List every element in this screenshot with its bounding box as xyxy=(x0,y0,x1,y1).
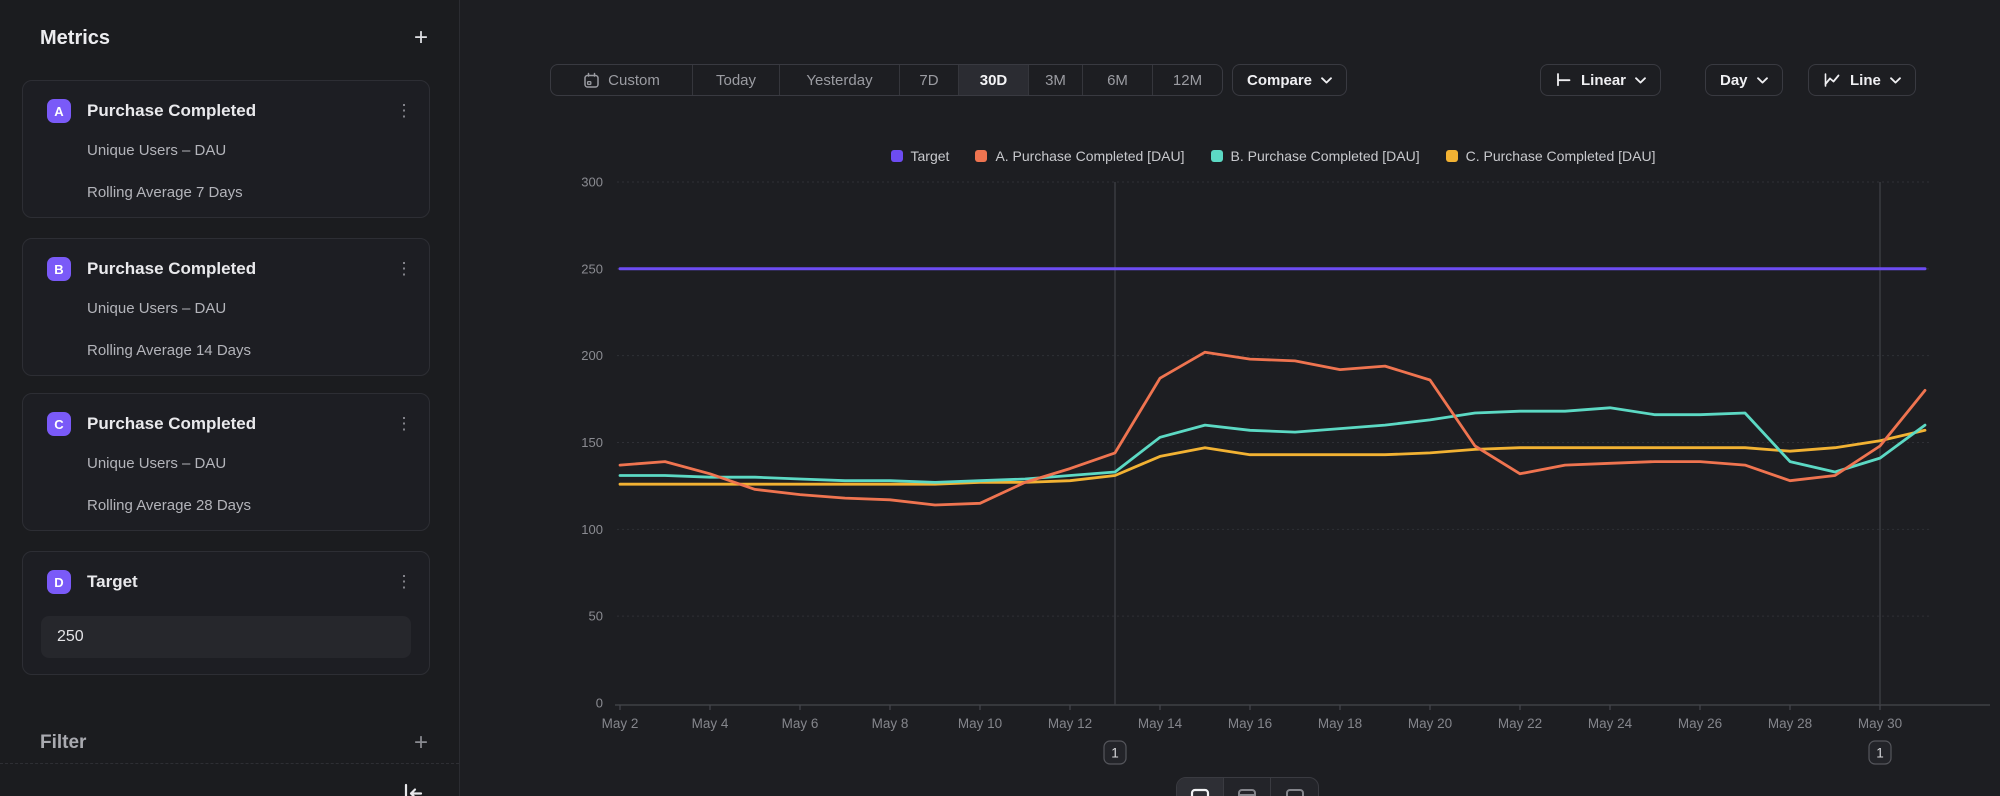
table-view-button[interactable] xyxy=(1224,778,1271,796)
metric-title: Purchase Completed xyxy=(87,414,393,434)
y-axis-tick-label: 150 xyxy=(581,435,603,450)
range-30d-selected[interactable]: 30D xyxy=(959,65,1029,95)
range-label: Yesterday xyxy=(806,72,872,89)
x-axis-tick-label: May 2 xyxy=(602,716,639,731)
x-axis-tick-label: May 18 xyxy=(1318,716,1362,731)
metric-badge: C xyxy=(47,412,71,436)
y-axis-tick-label: 0 xyxy=(596,696,603,711)
kebab-menu-icon[interactable]: ⋮ xyxy=(393,101,415,121)
range-12m[interactable]: 12M xyxy=(1153,65,1222,95)
x-axis-tick-label: May 4 xyxy=(692,716,729,731)
x-axis-tick-label: May 26 xyxy=(1678,716,1722,731)
date-range-selector: Custom Today Yesterday 7D 30D 3M 6M 12M xyxy=(550,64,1223,96)
sidebar-divider xyxy=(0,763,459,764)
interval-selector-button[interactable]: Day xyxy=(1705,64,1783,96)
interval-label: Day xyxy=(1720,72,1748,89)
chevron-down-icon xyxy=(1321,77,1332,84)
compare-label: Compare xyxy=(1247,72,1312,89)
kebab-menu-icon[interactable]: ⋮ xyxy=(393,259,415,279)
metric-badge: B xyxy=(47,257,71,281)
range-today[interactable]: Today xyxy=(693,65,780,95)
target-title: Target xyxy=(87,572,393,592)
range-custom[interactable]: Custom xyxy=(551,65,693,95)
collapse-sidebar-icon[interactable] xyxy=(400,782,426,796)
range-label: 12M xyxy=(1173,72,1202,89)
chevron-down-icon xyxy=(1757,77,1768,84)
chart-type-label: Line xyxy=(1850,72,1881,89)
line-chart[interactable]: 0 50 100 150 200 250 300 May 2 May 4 May 6 May 8 Ma… xyxy=(460,100,2000,796)
details-view-button[interactable] xyxy=(1271,778,1318,796)
metric-title: Purchase Completed xyxy=(87,259,393,279)
sidebar-title: Metrics xyxy=(40,27,110,50)
metric-measure: Unique Users – DAU xyxy=(87,142,409,159)
y-axis-tick-label: 300 xyxy=(581,175,603,190)
scale-label: Linear xyxy=(1581,72,1626,89)
chevron-down-icon xyxy=(1890,77,1901,84)
x-axis-tick-label: May 24 xyxy=(1588,716,1633,731)
metric-title: Purchase Completed xyxy=(87,101,393,121)
metric-rolling-average: Rolling Average 14 Days xyxy=(87,342,409,359)
chart-view-button[interactable] xyxy=(1177,778,1224,796)
target-card[interactable]: D Target ⋮ 250 xyxy=(22,551,430,675)
metrics-sidebar: Metrics + A Purchase Completed ⋮ Unique … xyxy=(0,0,460,796)
range-3m[interactable]: 3M xyxy=(1029,65,1083,95)
x-axis-tick-label: May 6 xyxy=(782,716,819,731)
chevron-down-icon xyxy=(1635,77,1646,84)
add-metric-button[interactable]: + xyxy=(407,24,435,52)
series-line-a-purchase-completed-dau- xyxy=(620,352,1925,505)
metric-badge: D xyxy=(47,570,71,594)
range-6m[interactable]: 6M xyxy=(1083,65,1153,95)
result-view-toggle xyxy=(1176,777,1319,796)
calendar-icon xyxy=(583,72,600,89)
x-axis-tick-label: May 16 xyxy=(1228,716,1272,731)
metric-badge: A xyxy=(47,99,71,123)
range-label: 7D xyxy=(919,72,938,89)
metric-card-b[interactable]: B Purchase Completed ⋮ Unique Users – DA… xyxy=(22,238,430,376)
range-7d[interactable]: 7D xyxy=(900,65,959,95)
x-axis-tick-label: May 8 xyxy=(872,716,909,731)
annotation-badge-label: 1 xyxy=(1111,746,1119,761)
scale-selector-button[interactable]: Linear xyxy=(1540,64,1661,96)
chart-type-button[interactable]: Line xyxy=(1808,64,1916,96)
x-axis-tick-label: May 22 xyxy=(1498,716,1542,731)
y-axis-tick-label: 100 xyxy=(581,522,603,537)
series-line-b-purchase-completed-dau- xyxy=(620,408,1925,483)
y-axis-tick-label: 50 xyxy=(589,609,603,624)
range-yesterday[interactable]: Yesterday xyxy=(780,65,900,95)
metric-rolling-average: Rolling Average 28 Days xyxy=(87,497,409,514)
x-axis-tick-label: May 10 xyxy=(958,716,1002,731)
kebab-menu-icon[interactable]: ⋮ xyxy=(393,414,415,434)
metric-card-a[interactable]: A Purchase Completed ⋮ Unique Users – DA… xyxy=(22,80,430,218)
metric-card-c[interactable]: C Purchase Completed ⋮ Unique Users – DA… xyxy=(22,393,430,531)
x-axis-tick-label: May 28 xyxy=(1768,716,1812,731)
metric-rolling-average: Rolling Average 7 Days xyxy=(87,184,409,201)
filter-section-title: Filter xyxy=(40,732,86,754)
x-axis-tick-label: May 30 xyxy=(1858,716,1902,731)
range-label: Custom xyxy=(608,72,660,89)
x-axis-tick-label: May 20 xyxy=(1408,716,1452,731)
target-value-input[interactable]: 250 xyxy=(41,616,411,658)
metric-measure: Unique Users – DAU xyxy=(87,455,409,472)
kebab-menu-icon[interactable]: ⋮ xyxy=(393,572,415,592)
metric-measure: Unique Users – DAU xyxy=(87,300,409,317)
range-label: 6M xyxy=(1107,72,1128,89)
y-axis-tick-label: 200 xyxy=(581,348,603,363)
line-chart-icon xyxy=(1823,72,1841,88)
linear-scale-icon xyxy=(1555,72,1572,88)
compare-button[interactable]: Compare xyxy=(1232,64,1347,96)
y-axis-tick-label: 250 xyxy=(581,261,603,276)
x-axis-tick-label: May 12 xyxy=(1048,716,1092,731)
range-label: 3M xyxy=(1045,72,1066,89)
series-line-c-purchase-completed-dau- xyxy=(620,430,1925,484)
x-axis-tick-label: May 14 xyxy=(1138,716,1183,731)
annotation-badge-label: 1 xyxy=(1876,746,1884,761)
range-label: 30D xyxy=(980,72,1008,89)
add-filter-button[interactable]: + xyxy=(407,729,435,757)
range-label: Today xyxy=(716,72,756,89)
